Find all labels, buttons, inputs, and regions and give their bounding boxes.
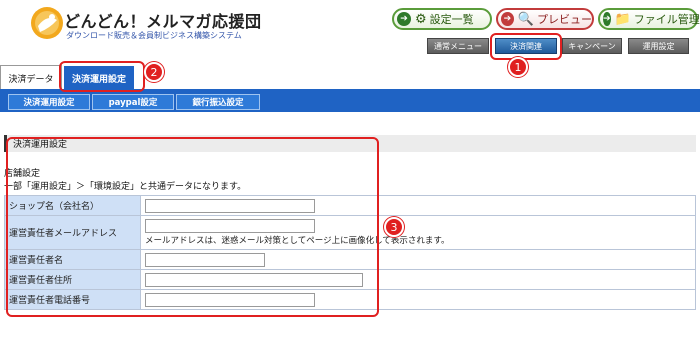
callout-badge-3: 3	[384, 217, 404, 237]
email-help-text: メールアドレスは、迷惑メール対策としてページ上に画像化して表示されます。	[145, 236, 450, 246]
form-row-email: 運営責任者メールアドレス メールアドレスは、迷惑メール対策としてページ上に画像化…	[4, 215, 696, 250]
menu-operation-button[interactable]: 運用設定	[628, 38, 689, 54]
callout-badge-1: 1	[508, 57, 528, 77]
magnifier-icon: 🔍	[517, 11, 534, 27]
callout-badge-2: 2	[144, 62, 164, 82]
manager-phone-label: 運営責任者電話番号	[4, 289, 141, 310]
menu-normal-button[interactable]: 通常メニュー	[427, 38, 489, 54]
section-title: 決済運用設定	[4, 135, 696, 152]
manager-address-label: 運営責任者住所	[4, 269, 141, 290]
brand-title: どんどん！メルマガ応援団	[64, 12, 262, 31]
manager-phone-input[interactable]	[145, 292, 315, 307]
subnav-paypal-settings[interactable]: paypal設定	[92, 94, 174, 110]
arrow-right-icon: ➔	[603, 12, 611, 26]
manager-email-label: 運営責任者メールアドレス	[4, 215, 141, 250]
tab-payment-data[interactable]: 決済データ	[0, 65, 62, 90]
form-row-address: 運営責任者住所	[4, 269, 696, 290]
arrow-right-icon: ➔	[501, 12, 514, 26]
brand-subtitle: ダウンロード販売＆会員制ビジネス構築システム	[66, 31, 242, 40]
manager-name-input[interactable]	[145, 252, 265, 267]
arrow-right-icon: ➔	[397, 12, 411, 26]
manager-email-input[interactable]	[145, 219, 315, 233]
file-manager-button[interactable]: ➔ 📁 ファイル管理	[598, 8, 700, 30]
subnav-bank-transfer-settings[interactable]: 銀行振込設定	[176, 94, 260, 110]
shop-name-input[interactable]	[145, 198, 315, 213]
form-row-manager-name: 運営責任者名	[4, 249, 696, 270]
store-settings-heading: 店舗設定	[4, 169, 41, 179]
preview-button[interactable]: ➔ 🔍 プレビュー	[496, 8, 594, 30]
menu-payment-button[interactable]: 決済関連	[495, 38, 557, 54]
subnav-payment-settings[interactable]: 決済運用設定	[8, 94, 90, 110]
tab-payment-settings[interactable]: 決済運用設定	[64, 66, 134, 90]
shared-data-note: 一部「運用設定」＞「環境設定」と共通データになります。	[4, 182, 247, 192]
folder-icon: 📁	[614, 11, 631, 27]
manager-address-input[interactable]	[145, 272, 363, 287]
settings-list-button[interactable]: ➔ ⚙ 設定一覧	[392, 8, 492, 30]
store-settings-form: ショップ名（会社名） 運営責任者メールアドレス メールアドレスは、迷惑メール対策…	[4, 195, 696, 310]
brand-logo-icon	[31, 7, 63, 39]
gear-icon: ⚙	[415, 11, 427, 27]
shop-name-label: ショップ名（会社名）	[4, 195, 141, 216]
form-row-shop-name: ショップ名（会社名）	[4, 195, 696, 216]
form-row-phone: 運営責任者電話番号	[4, 289, 696, 310]
manager-name-label: 運営責任者名	[4, 249, 141, 270]
menu-campaign-button[interactable]: キャンペーン	[562, 38, 622, 54]
